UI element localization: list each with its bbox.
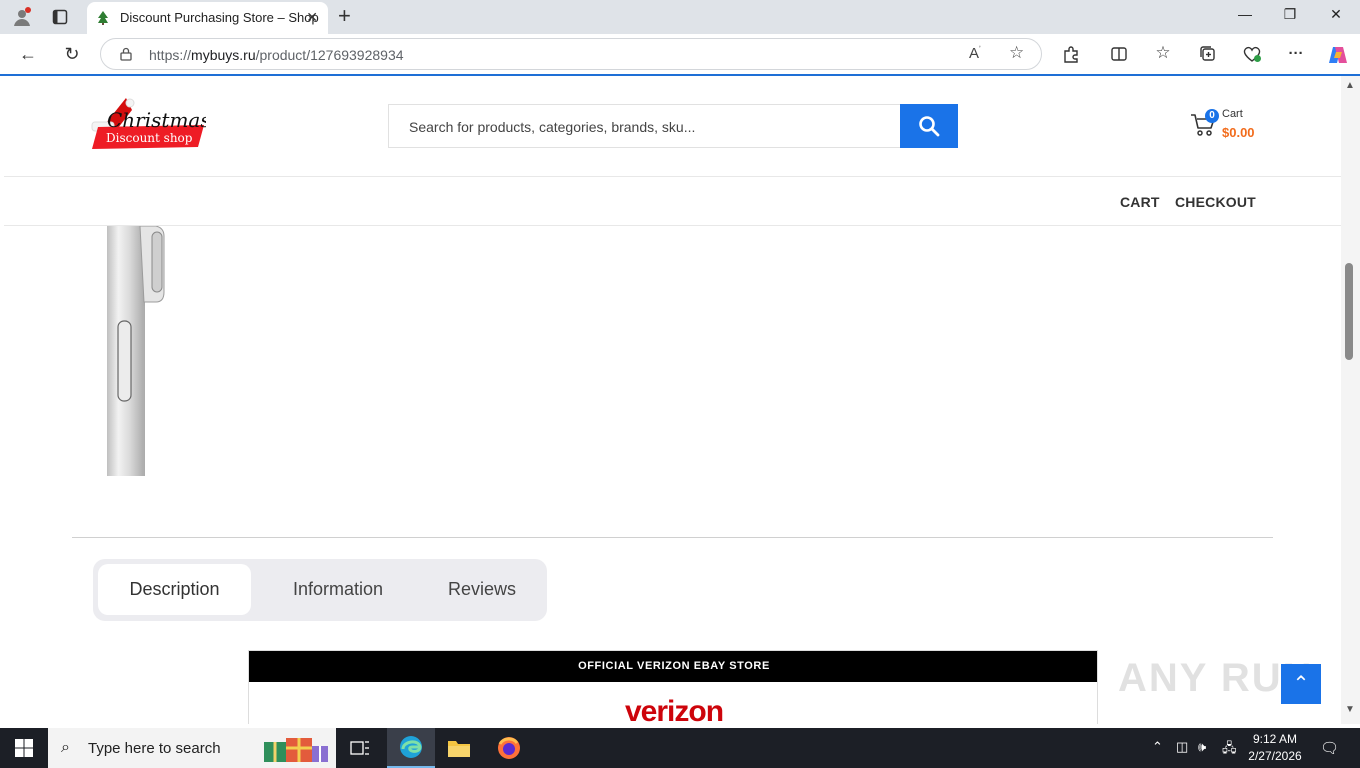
nav-checkout-link[interactable]: CHECKOUT: [1175, 194, 1256, 210]
site-logo[interactable]: Christmas Discount shop: [88, 98, 211, 150]
scroll-down-arrow-icon[interactable]: ▼: [1345, 704, 1355, 715]
read-aloud-icon[interactable]: Aʼ: [969, 45, 981, 62]
split-screen-icon[interactable]: [1108, 45, 1130, 65]
header-cart[interactable]: 0 Cart $0.00: [1190, 106, 1270, 146]
tray-overflow-icon[interactable]: ⌃: [1152, 739, 1163, 755]
tab-title: Discount Purchasing Store – Shop: [120, 10, 319, 25]
page-scrollbar[interactable]: ▲ ▼: [1341, 76, 1360, 724]
folder-icon: [448, 741, 470, 757]
svg-text:Christmas: Christmas: [107, 108, 206, 132]
scroll-to-top-button[interactable]: ⌃: [1281, 664, 1321, 704]
lock-icon[interactable]: [119, 47, 133, 61]
search-button[interactable]: [900, 104, 958, 148]
copilot-icon[interactable]: [1327, 45, 1349, 65]
task-view-button[interactable]: [336, 728, 384, 768]
system-clock[interactable]: 9:12 AM 2/27/2026: [1248, 731, 1302, 765]
tab-information[interactable]: Information: [263, 564, 413, 615]
chevron-up-icon: ⌃: [1292, 673, 1310, 695]
firefox-icon: [498, 737, 520, 759]
address-bar[interactable]: https://mybuys.ru/product/127693928934 A…: [100, 38, 1042, 70]
scrollbar-thumb[interactable]: [1345, 263, 1353, 360]
volume-icon[interactable]: 🕪: [1198, 739, 1206, 755]
address-toolbar: ← ↻ https://mybuys.ru/product/1276939289…: [0, 34, 1360, 74]
product-search-input[interactable]: Search for products, categories, brands,…: [388, 104, 900, 148]
tab-reviews[interactable]: Reviews: [423, 564, 541, 615]
section-divider: [72, 537, 1273, 538]
meet-now-icon[interactable]: ◫: [1176, 739, 1188, 755]
windows-logo-icon: [15, 739, 33, 757]
cart-count-badge: 0: [1205, 109, 1219, 123]
taskbar-edge-button[interactable]: [387, 728, 435, 768]
banner-title: OFFICIAL VERIZON EBAY STORE: [249, 651, 1097, 682]
cart-total: $0.00: [1222, 125, 1255, 140]
extensions-icon[interactable]: [1060, 45, 1082, 65]
taskbar-search-placeholder: Type here to search: [88, 740, 221, 757]
search-placeholder: Search for products, categories, brands,…: [409, 119, 696, 135]
main-nav: CART CHECKOUT: [4, 177, 1341, 226]
taskbar-file-explorer-button[interactable]: [435, 728, 483, 768]
edge-icon: [400, 736, 422, 758]
clock-time: 9:12 AM: [1252, 732, 1298, 746]
task-view-icon: [350, 741, 369, 755]
tab-actions-icon[interactable]: [48, 6, 72, 28]
search-icon: [919, 116, 940, 137]
product-tabs: Description Information Reviews: [93, 559, 547, 621]
active-browser-tab[interactable]: Discount Purchasing Store – Shop ✕: [87, 2, 328, 34]
favorite-star-icon[interactable]: ☆: [1009, 43, 1024, 63]
close-window-button[interactable]: ✕: [1316, 6, 1356, 28]
notifications-icon[interactable]: 🗨: [1320, 739, 1339, 757]
more-menu-icon[interactable]: ···: [1285, 45, 1307, 65]
start-button[interactable]: [0, 728, 48, 768]
gifts-icon: [264, 738, 328, 762]
taskbar-search-box[interactable]: ⌕ Type here to search: [48, 728, 336, 768]
tab-description[interactable]: Description: [98, 564, 251, 615]
collections-icon[interactable]: [1197, 45, 1219, 65]
profile-icon[interactable]: [10, 6, 34, 28]
scroll-up-arrow-icon[interactable]: ▲: [1345, 80, 1355, 91]
taskbar-firefox-button[interactable]: [485, 728, 533, 768]
refresh-button[interactable]: ↻: [60, 43, 84, 65]
browser-tab-strip: Discount Purchasing Store – Shop ✕ + — ❐…: [0, 0, 1360, 34]
minimize-button[interactable]: —: [1225, 6, 1265, 28]
nav-cart-link[interactable]: CART: [1120, 194, 1160, 210]
new-tab-button[interactable]: +: [338, 4, 351, 28]
site-header: Christmas Discount shop Search for produ…: [4, 76, 1341, 177]
web-page: Christmas Discount shop Search for produ…: [4, 76, 1341, 724]
verizon-logo: verizon: [624, 695, 724, 724]
url-text[interactable]: https://mybuys.ru/product/127693928934: [149, 47, 404, 63]
browser-essentials-icon[interactable]: [1241, 45, 1263, 65]
svg-text:Discount shop: Discount shop: [106, 131, 193, 145]
search-icon: ⌕: [61, 739, 70, 756]
description-banner: OFFICIAL VERIZON EBAY STORE verizon: [248, 650, 1098, 724]
back-button[interactable]: ←: [16, 43, 40, 65]
restore-button[interactable]: ❐: [1270, 6, 1310, 28]
windows-taskbar: ⌕ Type here to search ⌃ ◫ 🕪 🖧 9:12 AM 2/…: [0, 728, 1360, 768]
clock-date: 2/27/2026: [1248, 749, 1302, 763]
network-icon[interactable]: 🖧: [1222, 739, 1237, 761]
close-tab-icon[interactable]: ✕: [306, 9, 318, 26]
cart-label: Cart: [1222, 108, 1243, 120]
favorites-icon[interactable]: ☆: [1152, 43, 1174, 63]
product-image[interactable]: [104, 225, 174, 476]
site-favicon-icon: [98, 11, 108, 25]
